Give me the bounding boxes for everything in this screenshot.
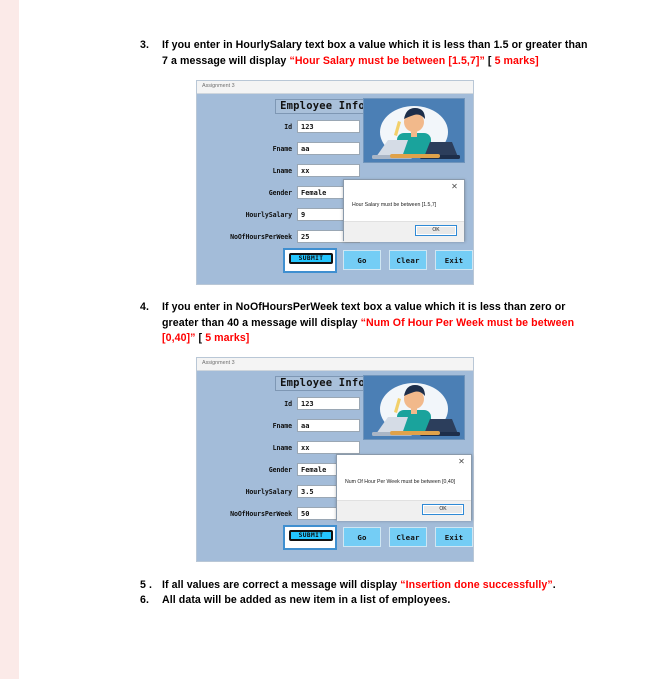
text-run: 5 marks] [205, 332, 250, 345]
submit-button-image: SUBMIT [287, 529, 333, 546]
dialog-message: Num Of Hour Per Week must be between [0,… [345, 479, 456, 485]
form-header-label: Employee Info [275, 99, 370, 114]
text-run: . [552, 579, 556, 591]
instruction-item-6: 6. All data will be added as new item in… [140, 593, 600, 609]
field-label-gender: Gender [268, 189, 292, 197]
validation-dialog: ✕ Hour Salary must be between [1.5,7] OK [343, 179, 465, 242]
item-text: If you enter in HourlySalary text box a … [162, 38, 590, 69]
window-titlebar: Assignment 3 [197, 81, 473, 94]
app-screenshot-one: Assignment 3 Employee Info Id 123 Fname … [196, 80, 474, 285]
dialog-message: Hour Salary must be between [1.5,7] [352, 202, 437, 208]
dialog-ok-button[interactable]: OK [422, 504, 464, 515]
item-number: 4. [140, 301, 149, 313]
field-input-id[interactable]: 123 [297, 397, 360, 410]
field-label-hourlysalary: HourlySalary [245, 211, 293, 219]
item-number: 3. [140, 39, 149, 51]
submit-button-image: SUBMIT [287, 252, 333, 269]
text-run: [ [484, 54, 495, 67]
item-number: 6. [140, 594, 149, 606]
exit-button[interactable]: Exit [435, 527, 473, 547]
dialog-content: ✕ Num Of Hour Per Week must be between [… [337, 455, 471, 501]
document-page: 3. If you enter in HourlySalary text box… [0, 0, 659, 679]
field-input-fname[interactable]: aa [297, 142, 360, 155]
dialog-footer: OK [337, 501, 471, 521]
field-label-hourlysalary: HourlySalary [245, 488, 293, 496]
submit-button[interactable]: SUBMIT [283, 248, 337, 273]
field-label-lname: Lname [272, 167, 292, 175]
item-text: If you enter in NoOfHoursPerWeek text bo… [162, 300, 590, 347]
form-row: Id 123 [197, 120, 473, 134]
dialog-ok-button[interactable]: OK [415, 225, 457, 236]
close-icon[interactable]: ✕ [450, 182, 459, 191]
dialog-ok-label: OK [416, 226, 456, 235]
go-button[interactable]: Go [343, 250, 381, 270]
clear-button[interactable]: Clear [389, 527, 427, 547]
field-label-fname: Fname [272, 145, 292, 153]
form-row: Fname aa [197, 419, 473, 433]
form-row: Fname aa [197, 142, 473, 156]
field-label-id: Id [284, 123, 292, 131]
field-label-id: Id [284, 400, 292, 408]
validation-dialog: ✕ Num Of Hour Per Week must be between [… [336, 454, 472, 521]
dialog-ok-label: OK [423, 505, 463, 514]
text-run: 5 marks] [494, 54, 539, 67]
item-number: 5 . [140, 579, 153, 591]
submit-button-label: SUBMIT [289, 253, 333, 264]
form-row: Lname xx [197, 164, 473, 178]
item-text: If all values are correct a message will… [162, 578, 600, 594]
go-button[interactable]: Go [343, 527, 381, 547]
window-title: Assignment 3 [202, 360, 235, 366]
instruction-item-3: 3. If you enter in HourlySalary text box… [140, 38, 590, 69]
item-text: All data will be added as new item in a … [162, 593, 600, 609]
field-label-noofhoursperweek: NoOfHoursPerWeek [230, 233, 292, 241]
text-run: [ [195, 332, 206, 345]
dialog-content: ✕ Hour Salary must be between [1.5,7] [344, 180, 464, 222]
text-run: “Insertion done successfully” [400, 579, 553, 591]
instruction-item-5: 5 . If all values are correct a message … [140, 578, 600, 594]
text-run: If all values are correct a message will… [162, 579, 401, 591]
form-row: Lname xx [197, 441, 473, 455]
clear-button[interactable]: Clear [389, 250, 427, 270]
field-label-noofhoursperweek: NoOfHoursPerWeek [230, 510, 292, 518]
app-screenshot-two: Assignment 3 Employee Info Id 123 Fname … [196, 357, 474, 562]
employee-form: Employee Info Id 123 Fname aa Lname xx G… [197, 94, 473, 284]
field-input-fname[interactable]: aa [297, 419, 360, 432]
dialog-footer: OK [344, 222, 464, 242]
submit-button[interactable]: SUBMIT [283, 525, 337, 550]
field-input-lname[interactable]: xx [297, 441, 360, 454]
instruction-item-4: 4. If you enter in NoOfHoursPerWeek text… [140, 300, 590, 347]
text-run: All data will be added as new item in a … [162, 594, 451, 606]
field-label-lname: Lname [272, 444, 292, 452]
window-titlebar: Assignment 3 [197, 358, 473, 371]
employee-form: Employee Info Id 123 Fname aa Lname xx G… [197, 371, 473, 561]
submit-button-label: SUBMIT [289, 530, 333, 541]
exit-button[interactable]: Exit [435, 250, 473, 270]
form-header-label: Employee Info [275, 376, 370, 391]
text-run: “Hour Salary must be between [1.5,7]” [289, 54, 485, 67]
field-label-fname: Fname [272, 422, 292, 430]
field-input-lname[interactable]: xx [297, 164, 360, 177]
window-title: Assignment 3 [202, 83, 235, 89]
field-label-gender: Gender [268, 466, 292, 474]
form-row: Id 123 [197, 397, 473, 411]
close-icon[interactable]: ✕ [457, 457, 466, 466]
field-input-id[interactable]: 123 [297, 120, 360, 133]
